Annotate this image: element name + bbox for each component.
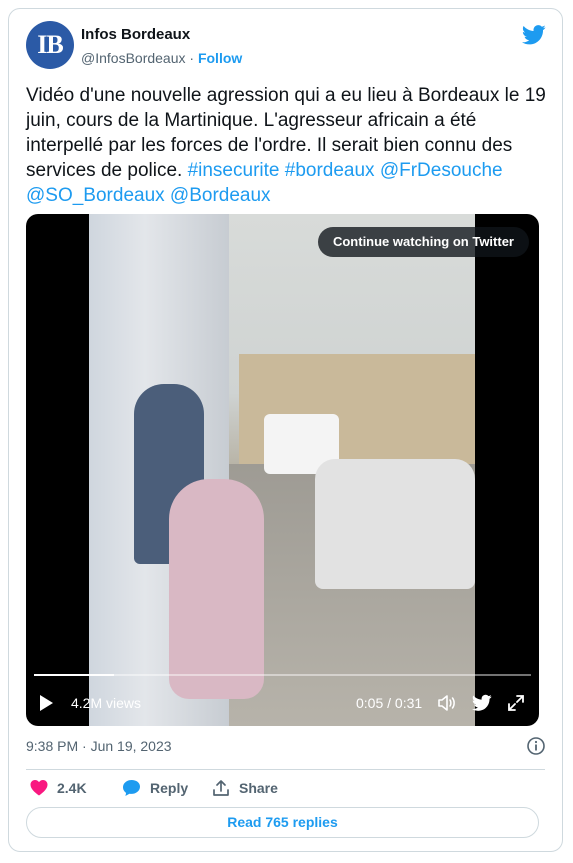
author-name[interactable]: Infos Bordeaux <box>81 26 190 43</box>
hashtag-bordeaux[interactable]: #bordeaux <box>285 160 375 181</box>
video-frame[interactable] <box>89 214 475 726</box>
like-count: 2.4K <box>57 779 87 796</box>
divider <box>26 769 545 770</box>
volume-icon[interactable] <box>436 693 456 713</box>
view-count: 4.2M views <box>71 695 142 711</box>
hashtag-insecurite[interactable]: #insecurite <box>188 160 280 181</box>
expand-icon[interactable] <box>506 693 526 713</box>
tweet-timestamp[interactable]: 9:38 PM · Jun 19, 2023 <box>26 738 172 754</box>
share-upload-icon <box>213 780 229 796</box>
share-button[interactable]: Share <box>212 779 278 797</box>
read-replies-button[interactable]: Read 765 replies <box>26 807 539 838</box>
separator-dot: · <box>189 50 195 66</box>
reply-button[interactable]: Reply <box>122 779 188 797</box>
author-handle-row: @InfosBordeaux · Follow <box>81 50 242 66</box>
share-label: Share <box>239 780 278 796</box>
video-scene-car <box>315 459 475 589</box>
info-icon[interactable] <box>526 736 546 756</box>
avatar[interactable]: IB <box>26 21 74 69</box>
tweet-text: Vidéo d'une nouvelle agression qui a eu … <box>26 83 546 208</box>
like-button[interactable]: 2.4K <box>30 779 87 796</box>
heart-icon <box>30 780 48 796</box>
mention-so-bordeaux[interactable]: @SO_Bordeaux <box>26 185 165 206</box>
avatar-initials: IB <box>37 30 63 59</box>
tweet-card: IB Infos Bordeaux @InfosBordeaux · Follo… <box>8 8 563 852</box>
reply-label: Reply <box>150 780 189 796</box>
twitter-bird-icon[interactable] <box>472 694 492 712</box>
play-icon[interactable] <box>40 695 53 711</box>
video-controls: 4.2M views 0:05 / 0:31 <box>26 690 539 716</box>
mention-frdesouche[interactable]: @FrDesouche <box>380 160 503 181</box>
twitter-bird-icon[interactable] <box>522 25 546 45</box>
author-handle[interactable]: @InfosBordeaux <box>81 50 186 66</box>
mention-bordeaux[interactable]: @Bordeaux <box>170 185 271 206</box>
continue-watching-button[interactable]: Continue watching on Twitter <box>317 227 529 257</box>
video-progress-bar[interactable] <box>34 674 531 676</box>
video-player[interactable]: Continue watching on Twitter 4.2M views … <box>26 214 539 726</box>
video-time: 0:05 / 0:31 <box>356 695 423 711</box>
video-progress-fill <box>34 674 114 676</box>
reply-bubble-icon <box>123 780 140 796</box>
follow-button[interactable]: Follow <box>198 50 242 66</box>
video-scene-child <box>169 479 264 699</box>
